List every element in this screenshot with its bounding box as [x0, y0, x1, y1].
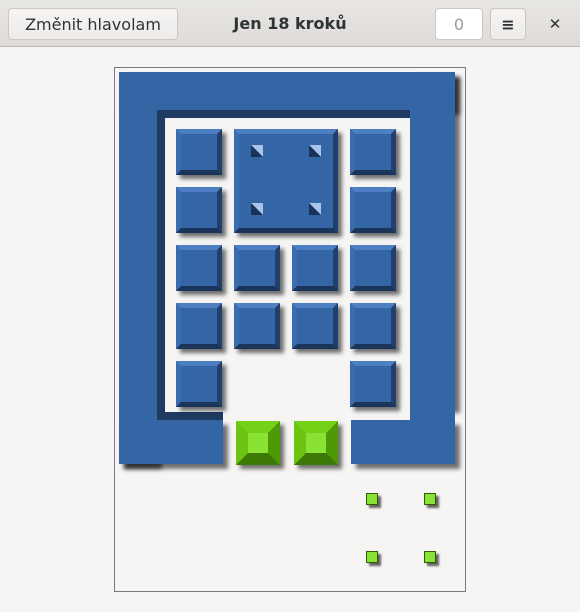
wall-face-bottom-right	[351, 420, 455, 464]
block-small[interactable]	[176, 245, 222, 291]
corner-marker-icon	[251, 145, 263, 157]
hamburger-menu-icon: ≡	[501, 14, 515, 34]
block-small[interactable]	[234, 303, 280, 349]
game-board[interactable]	[114, 67, 466, 592]
block-small[interactable]	[176, 187, 222, 233]
target-marker	[424, 493, 436, 505]
block-small[interactable]	[292, 303, 338, 349]
wall-face-bottom-left	[119, 420, 223, 464]
menu-button[interactable]: ≡	[490, 8, 526, 40]
move-counter: 0	[435, 8, 483, 40]
block-small[interactable]	[350, 303, 396, 349]
inner-edge-bottom-left	[157, 412, 223, 420]
wall-face-top	[119, 72, 455, 110]
block-small[interactable]	[350, 245, 396, 291]
target-marker	[366, 493, 378, 505]
goal-block[interactable]	[236, 421, 280, 465]
goal-block[interactable]	[294, 421, 338, 465]
block-small[interactable]	[234, 245, 280, 291]
close-icon: ✕	[548, 15, 562, 33]
block-large[interactable]	[234, 129, 338, 233]
block-small[interactable]	[350, 187, 396, 233]
block-small[interactable]	[176, 361, 222, 407]
block-small[interactable]	[176, 129, 222, 175]
change-puzzle-button[interactable]: Změnit hlavolam	[8, 8, 178, 40]
corner-marker-icon	[251, 203, 263, 215]
block-small[interactable]	[350, 361, 396, 407]
wall-face-right	[410, 72, 455, 464]
block-small[interactable]	[350, 129, 396, 175]
block-small[interactable]	[292, 245, 338, 291]
wall-face-left	[119, 72, 157, 464]
target-marker	[366, 551, 378, 563]
header-bar: Změnit hlavolam Jen 18 kroků 0 ≡ ✕	[0, 0, 580, 47]
corner-marker-icon	[309, 203, 321, 215]
inner-edge-top	[157, 110, 410, 118]
block-small[interactable]	[176, 303, 222, 349]
corner-marker-icon	[309, 145, 321, 157]
close-button[interactable]: ✕	[541, 12, 569, 36]
inner-edge-left	[157, 110, 165, 420]
target-marker	[424, 551, 436, 563]
